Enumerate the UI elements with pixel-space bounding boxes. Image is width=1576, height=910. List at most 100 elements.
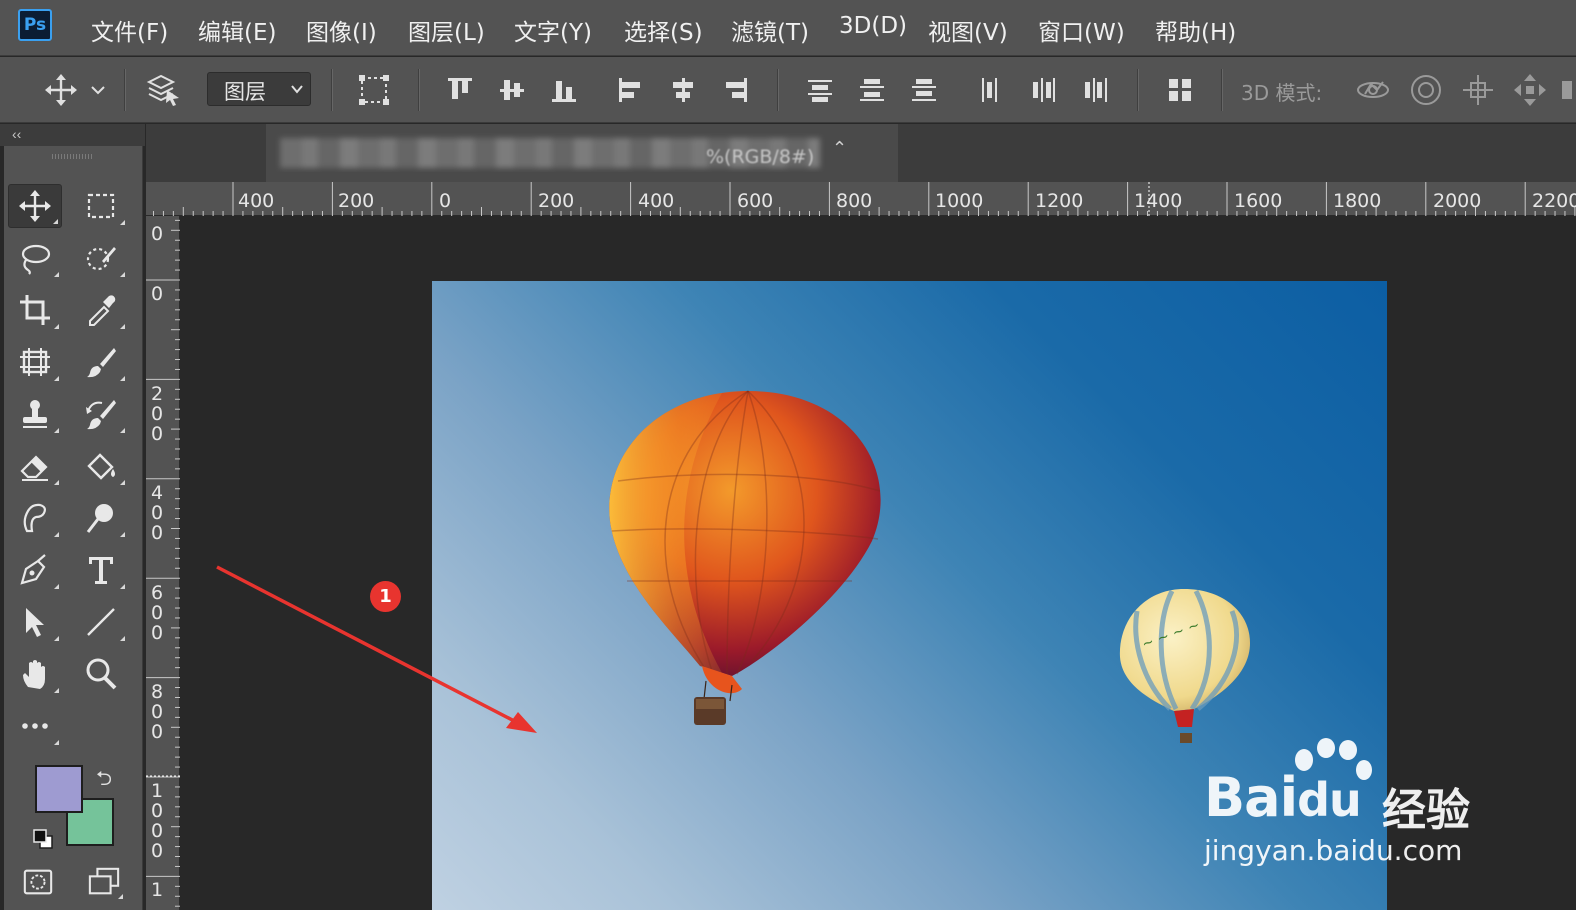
ruler-label: 800 [836, 190, 873, 212]
paint-bucket-tool[interactable] [74, 444, 128, 488]
distribute-vertical-center-icon[interactable] [857, 75, 887, 105]
menu-type[interactable]: 文字(Y) [514, 13, 592, 47]
ruler-label: 2000 [1433, 190, 1482, 212]
align-vertical-center-icon[interactable] [497, 75, 527, 105]
marquee-tool[interactable] [74, 184, 128, 228]
ruler-label: 1000 [150, 781, 164, 861]
ruler-label: 2200 [1532, 190, 1576, 212]
auto-select-layers-icon[interactable] [145, 72, 181, 108]
frame-tool[interactable] [8, 340, 62, 384]
menu-window[interactable]: 窗口(W) [1038, 13, 1125, 47]
distribute-right-icon[interactable] [1081, 75, 1111, 105]
brush-tool[interactable] [74, 340, 128, 384]
screen-mode-button[interactable] [82, 862, 126, 902]
separator [1137, 69, 1138, 111]
menu-3d[interactable]: 3D(D) [839, 13, 907, 39]
collapse-icon[interactable]: ‹‹ [12, 126, 21, 142]
quick-selection-tool[interactable] [74, 236, 128, 280]
auto-align-icon[interactable] [1165, 75, 1195, 105]
menu-file[interactable]: 文件(F) [91, 13, 168, 47]
dodge-tool[interactable] [74, 496, 128, 540]
document-mode-text: %(RGB/8#) [706, 146, 815, 168]
clone-stamp-tool[interactable] [8, 392, 62, 436]
ruler-label: 1200 [1035, 190, 1084, 212]
ruler-label: 400 [150, 483, 164, 543]
smudge-tool[interactable] [8, 496, 62, 540]
zoom-tool[interactable] [74, 652, 128, 696]
3d-scale-icon[interactable] [1562, 81, 1572, 99]
lasso-tool[interactable] [8, 236, 62, 280]
ruler-label-char: 0 [150, 283, 164, 305]
align-top-icon[interactable] [445, 75, 475, 105]
ruler-label-char: 0 [150, 223, 164, 245]
line-tool[interactable] [74, 600, 128, 644]
ruler-label: 200 [538, 190, 575, 212]
distribute-left-icon[interactable] [977, 75, 1007, 105]
3d-orbit-icon[interactable] [1355, 72, 1391, 108]
menu-bar: Ps 文件(F) 编辑(E) 图像(I) 图层(L) 文字(Y) 选择(S) 滤… [0, 0, 1576, 56]
move-tool[interactable] [8, 184, 62, 228]
separator [331, 69, 332, 111]
distribute-top-icon[interactable] [805, 75, 835, 105]
crop-tool[interactable] [8, 288, 62, 332]
ruler-label: 800 [150, 682, 164, 742]
menu-edit[interactable]: 编辑(E) [198, 13, 276, 47]
quick-mask-button[interactable] [18, 862, 58, 902]
rectangle-marquee-icon [87, 193, 115, 219]
history-brush-tool[interactable] [74, 392, 128, 436]
ruler-label: 200 [338, 190, 375, 212]
type-tool[interactable] [74, 548, 128, 592]
more-dots-icon [22, 723, 48, 729]
options-bar: 图层 3D 模式: [0, 57, 1576, 123]
move-icon[interactable] [44, 73, 78, 107]
ruler-label-char: 0 [150, 721, 164, 743]
dodge-icon [86, 504, 113, 533]
foreground-color-swatch[interactable] [35, 765, 83, 813]
pen-tool[interactable] [8, 548, 62, 592]
menu-select[interactable]: 选择(S) [624, 13, 703, 47]
crop-icon [20, 295, 50, 325]
distribute-horizontal-center-icon[interactable] [1029, 75, 1059, 105]
auto-select-dropdown[interactable]: 图层 [207, 72, 311, 106]
menu-help[interactable]: 帮助(H) [1155, 13, 1236, 47]
close-tab-icon[interactable]: ⌃ [832, 138, 847, 159]
auto-select-dropdown-value: 图层 [224, 80, 266, 104]
3d-slide-icon[interactable] [1512, 72, 1548, 108]
transform-controls-icon[interactable] [357, 73, 391, 107]
path-selection-tool[interactable] [8, 600, 62, 644]
ruler-label-char: 1 [150, 879, 164, 901]
align-horizontal-center-icon[interactable] [668, 75, 698, 105]
panel-grip[interactable] [52, 154, 92, 159]
swap-colors-icon[interactable]: ⮌ [96, 764, 112, 798]
distribute-bottom-icon[interactable] [909, 75, 939, 105]
menu-layer[interactable]: 图层(L) [408, 13, 485, 47]
document-image[interactable]: ~ ~ ~ ~ [432, 281, 1387, 910]
menu-image[interactable]: 图像(I) [306, 13, 377, 47]
ruler-label: 400 [238, 190, 275, 212]
ruler-label-char: 0 [150, 403, 164, 425]
ruler-label-char: 0 [150, 622, 164, 644]
panel-collapse-bar[interactable]: ‹‹ [0, 124, 145, 146]
eraser-tool[interactable] [8, 444, 62, 488]
hand-icon [23, 660, 45, 689]
3d-pan-icon[interactable] [1460, 72, 1496, 108]
hot-air-balloons-photo: ~ ~ ~ ~ [609, 390, 1250, 743]
ruler-label: 0 [439, 190, 452, 212]
hand-tool[interactable] [8, 652, 62, 696]
document-tab[interactable]: %(RGB/8#) ⌃ [266, 124, 898, 182]
ruler-label-char: 6 [150, 582, 164, 604]
ruler-label: 400 [638, 190, 675, 212]
edit-toolbar[interactable] [8, 704, 62, 748]
default-colors-icon[interactable] [32, 828, 54, 850]
3d-roll-icon[interactable] [1408, 72, 1444, 108]
align-bottom-icon[interactable] [549, 75, 579, 105]
canvas-area[interactable]: ~ ~ ~ ~ [181, 217, 1576, 910]
eyedropper-tool[interactable] [74, 288, 128, 332]
menu-filter[interactable]: 滤镜(T) [731, 13, 809, 47]
magnifier-icon [86, 658, 117, 690]
chevron-down-icon[interactable] [90, 84, 106, 96]
align-right-icon[interactable] [720, 75, 750, 105]
menu-view[interactable]: 视图(V) [928, 13, 1008, 47]
frame-icon [20, 348, 50, 376]
align-left-icon[interactable] [616, 75, 646, 105]
